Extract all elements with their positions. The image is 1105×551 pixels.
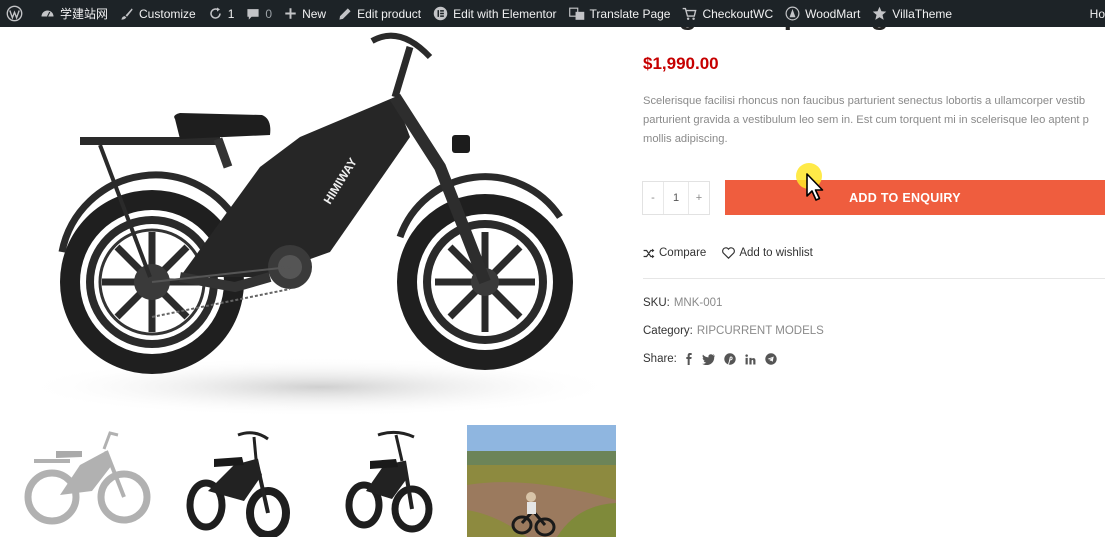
- updates-link[interactable]: 1: [202, 0, 241, 27]
- quantity-minus-button[interactable]: -: [643, 192, 663, 204]
- wishlist-link[interactable]: Add to wishlist: [722, 247, 813, 259]
- woodmart-icon: [785, 6, 800, 21]
- new-content-link[interactable]: New: [278, 0, 332, 27]
- edit-elementor-label: Edit with Elementor: [453, 6, 557, 21]
- woodmart-label: WoodMart: [805, 6, 861, 21]
- bike-thumbnail-side: [24, 431, 151, 525]
- thumbnail-4[interactable]: [467, 425, 616, 537]
- category-link[interactable]: RIPCURRENT MODELS: [697, 325, 824, 337]
- product-short-description: Scelerisque facilisi rhoncus non faucibu…: [643, 92, 1105, 149]
- edit-product-label: Edit product: [357, 6, 422, 21]
- wordpress-icon: [6, 5, 23, 22]
- edit-elementor-link[interactable]: Edit with Elementor: [427, 0, 562, 27]
- facebook-icon[interactable]: [685, 353, 693, 365]
- bike-illustration: HIMIWAY: [20, 32, 615, 417]
- refresh-icon: [210, 7, 221, 19]
- comments-link[interactable]: 0: [240, 0, 278, 27]
- category-label: Category:: [643, 325, 693, 337]
- bike-thumbnail-front: [345, 430, 432, 533]
- brush-icon: [121, 7, 133, 20]
- description-line: mollis adipiscing.: [643, 133, 728, 145]
- product-main-image[interactable]: HIMIWAY: [0, 27, 615, 422]
- sku-label: SKU:: [643, 297, 670, 309]
- sku-value: MNK-001: [673, 297, 723, 309]
- category-row: Category: RIPCURRENT MODELS: [643, 325, 824, 337]
- edit-product-link[interactable]: Edit product: [332, 0, 427, 27]
- product-price: $1,990.00: [643, 54, 719, 73]
- pencil-icon: [339, 7, 351, 20]
- linkedin-icon[interactable]: [745, 353, 756, 365]
- pinterest-icon[interactable]: [724, 353, 736, 365]
- star-icon: [873, 6, 887, 20]
- compare-label: Compare: [659, 247, 707, 259]
- compare-link[interactable]: Compare: [643, 247, 706, 259]
- woodmart-link[interactable]: WoodMart: [779, 0, 866, 27]
- admin-bar: 学建站网 Customize 1 0 New Edit product Edit…: [0, 0, 1105, 27]
- bike-thumbnail-angle: [186, 431, 290, 537]
- translate-page-link[interactable]: Translate Page: [563, 0, 677, 27]
- telegram-icon[interactable]: [765, 353, 777, 365]
- thumbnail-2[interactable]: [163, 425, 310, 537]
- quantity-plus-button[interactable]: +: [689, 192, 709, 204]
- site-name-link[interactable]: 学建站网: [34, 0, 114, 27]
- customize-link[interactable]: Customize: [114, 0, 202, 27]
- description-line: parturient gravida a vestibulum leo sem …: [643, 114, 1089, 126]
- share-row: Share:: [643, 353, 777, 365]
- translate-icon: [568, 7, 584, 20]
- heart-icon: [722, 247, 736, 259]
- thumbnail-gallery: [12, 425, 616, 537]
- villatheme-label: VillaTheme: [892, 6, 953, 21]
- site-name-label: 学建站网: [60, 7, 109, 21]
- elementor-icon: [433, 6, 448, 21]
- updates-count: 1: [227, 6, 235, 21]
- customize-label: Customize: [139, 6, 196, 21]
- quantity-input[interactable]: [663, 182, 689, 214]
- new-label: New: [302, 6, 327, 21]
- wordpress-logo-button[interactable]: [0, 0, 34, 27]
- add-to-enquiry-button[interactable]: ADD TO ENQUIRY: [725, 180, 1105, 215]
- cart-icon: [683, 7, 697, 20]
- mouse-pointer-icon: [806, 173, 824, 201]
- divider: [643, 278, 1105, 279]
- sku-row: SKU: MNK-001: [643, 297, 722, 309]
- checkoutwc-link[interactable]: CheckoutWC: [676, 0, 779, 27]
- description-line: Scelerisque facilisi rhoncus non faucibu…: [643, 95, 1086, 107]
- shuffle-icon: [643, 248, 655, 258]
- plus-icon: [285, 8, 296, 19]
- account-link[interactable]: Ho: [1084, 0, 1105, 27]
- account-label: Ho: [1089, 6, 1105, 21]
- quantity-stepper: - +: [642, 181, 710, 215]
- comments-count: 0: [265, 6, 273, 21]
- share-label: Share:: [643, 353, 677, 365]
- twitter-icon[interactable]: [701, 353, 715, 365]
- product-actions: Compare Add to wishlist: [643, 247, 813, 259]
- translate-label: Translate Page: [589, 6, 671, 21]
- rider-photo-thumbnail: [467, 425, 616, 537]
- wishlist-label: Add to wishlist: [739, 247, 813, 259]
- villatheme-link[interactable]: VillaTheme: [866, 0, 958, 27]
- checkoutwc-label: CheckoutWC: [702, 6, 774, 21]
- thumbnail-1[interactable]: [12, 425, 158, 537]
- comment-icon: [247, 8, 259, 20]
- thumbnail-3[interactable]: [315, 425, 462, 537]
- dashboard-icon: [41, 10, 54, 17]
